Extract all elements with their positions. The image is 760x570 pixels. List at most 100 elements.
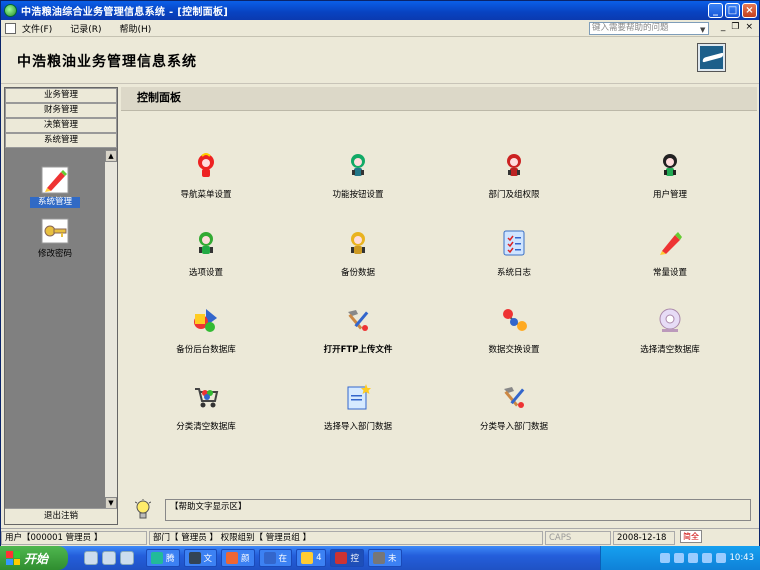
app-icon (4, 4, 17, 17)
taskbar-task[interactable]: 腾 (146, 549, 180, 567)
close-button[interactable]: × (742, 3, 757, 18)
panel-item-constants[interactable]: 常量设置 (595, 229, 745, 278)
help-text: 【帮助文字显示区】 (165, 499, 751, 521)
panel-item-backup-db[interactable]: 备份后台数据库 (131, 306, 281, 355)
scroll-up-arrow-icon[interactable]: ▲ (105, 150, 117, 162)
quicklaunch-icon[interactable] (102, 551, 116, 565)
molecule-icon (500, 306, 528, 334)
task-label: 腾 (166, 554, 175, 564)
taskbar-task[interactable]: 控 (330, 549, 364, 567)
sidebar-tab-business[interactable]: 业务管理 (5, 88, 117, 103)
sidebar-item-password[interactable]: 修改密码 (5, 218, 105, 260)
task-app-icon (188, 552, 201, 564)
taskbar-task[interactable]: 4 (296, 549, 327, 567)
panel-item-nav-menu[interactable]: 导航菜单设置 (131, 151, 281, 200)
menu-help[interactable]: 帮助(H) (119, 22, 151, 35)
panel-item-label: 选择导入部门数据 (323, 422, 392, 432)
maximize-button[interactable]: □ (725, 3, 740, 18)
clock[interactable]: 10:43 (730, 553, 755, 563)
panel-item-class-import[interactable]: 分类导入部门数据 (439, 383, 589, 432)
panel-title: 控制面板 (121, 87, 757, 111)
tray-icon[interactable] (673, 553, 684, 563)
task-label: 控 (350, 554, 359, 564)
task-label: 文 (203, 554, 213, 564)
minimize-button[interactable]: _ (708, 3, 723, 18)
panel-item-label: 分类清空数据库 (176, 422, 236, 432)
sidebar-scrollbar[interactable] (105, 150, 117, 510)
task-app-icon (373, 552, 385, 564)
window-title: 中浩粮油综合业务管理信息系统 - [控制面板] (21, 7, 229, 18)
shapes-icon (192, 306, 220, 334)
quick-launch (84, 551, 134, 565)
key-icon (41, 218, 69, 246)
sidebar-tab-decision[interactable]: 决策管理 (5, 118, 117, 133)
panel-item-label: 常量设置 (652, 268, 687, 278)
quicklaunch-icon[interactable] (120, 551, 134, 565)
volume-icon[interactable] (715, 553, 726, 563)
document-icon[interactable] (5, 22, 16, 34)
panel-item-label: 部门及组权限 (488, 190, 540, 200)
panel-item-label: 系统日志 (496, 268, 531, 278)
pen-icon (41, 166, 69, 194)
mdi-minimize-button[interactable]: _ (721, 22, 726, 32)
panel-item-select-import[interactable]: 选择导入部门数据 (283, 383, 433, 432)
taskbar: 开始 腾 文 颜 在 4 控 未 10:43 (0, 546, 760, 570)
taskbar-task[interactable]: 颜 (221, 549, 255, 567)
taskbar-task[interactable]: 在 (258, 549, 293, 567)
panel-item-label: 打开FTP上传文件 (323, 345, 393, 355)
mdi-controls: _ ❐ × (721, 22, 753, 32)
panel-item-syslog[interactable]: 系统日志 (439, 229, 589, 278)
taskbar-task[interactable]: 未 (368, 549, 402, 567)
taskbar-task[interactable]: 文 (183, 549, 218, 567)
ime-status[interactable]: 简全 (680, 530, 702, 543)
quicklaunch-icon[interactable] (84, 551, 98, 565)
panel-item-user-mgmt[interactable]: 用户管理 (595, 151, 745, 200)
control-panel: 控制面板 导航菜单设置 功能按钮设置 部门及组权限 用户管理 选项设置 备份数据… (121, 87, 757, 525)
mdi-restore-button[interactable]: ❐ (731, 22, 739, 32)
sidebar-tab-system[interactable]: 系统管理 (5, 133, 117, 148)
windows-flag-icon (6, 551, 20, 565)
document-star-icon (344, 383, 372, 411)
mascot-teal-icon (344, 151, 372, 179)
panel-item-label: 功能按钮设置 (332, 190, 384, 200)
panel-item-backup[interactable]: 备份数据 (283, 229, 433, 278)
help-search-input[interactable]: 键入需要帮助的问题 (589, 22, 709, 35)
task-label: 未 (388, 554, 397, 564)
mascot-green-icon (656, 151, 684, 179)
tray-icon[interactable] (687, 553, 698, 563)
tray-icon[interactable] (701, 553, 712, 563)
mascot-red2-icon (500, 151, 528, 179)
panel-item-label: 数据交换设置 (488, 345, 540, 355)
panel-item-label: 选项设置 (188, 268, 223, 278)
task-app-icon (263, 552, 276, 564)
panel-item-options[interactable]: 选项设置 (131, 229, 281, 278)
start-button[interactable]: 开始 (0, 546, 68, 570)
logout-button[interactable]: 退出注销 (5, 508, 117, 524)
tray-icon[interactable] (659, 553, 670, 563)
panel-item-func-buttons[interactable]: 功能按钮设置 (283, 151, 433, 200)
mascot-green2-icon (192, 229, 220, 257)
sidebar-item-system[interactable]: 系统管理 (5, 166, 105, 208)
panel-item-label: 选择清空数据库 (640, 345, 700, 355)
panel-item-class-clear-db[interactable]: 分类清空数据库 (131, 383, 281, 432)
menu-file[interactable]: 文件(F) (22, 22, 52, 35)
panel-item-data-exchange[interactable]: 数据交换设置 (439, 306, 589, 355)
status-dept: 部门【 管理员 】 权限组别【 管理员组 】 (149, 530, 543, 545)
sidebar-tab-finance[interactable]: 财务管理 (5, 103, 117, 118)
panel-item-dept-perm[interactable]: 部门及组权限 (439, 151, 589, 200)
window-controls: _ □ × (708, 3, 757, 18)
task-app-icon (151, 552, 163, 564)
panel-item-label: 备份数据 (340, 268, 375, 278)
panel-item-ftp-upload[interactable]: 打开FTP上传文件 (283, 306, 433, 355)
tools-icon (344, 306, 372, 334)
menu-record[interactable]: 记录(R) (70, 22, 101, 35)
pen-icon (656, 229, 684, 257)
logo-icon (698, 44, 725, 71)
panel-item-select-clear-db[interactable]: 选择清空数据库 (595, 306, 745, 355)
mdi-close-button[interactable]: × (745, 22, 753, 32)
start-label: 开始 (24, 551, 49, 566)
chevron-down-icon[interactable]: ▼ (700, 26, 705, 34)
status-bar: 用户【000001 管理员 】 部门【 管理员 】 权限组别【 管理员组 】 C… (1, 528, 759, 546)
title-bar[interactable]: 中浩粮油综合业务管理信息系统 - [控制面板] _ □ × (1, 1, 759, 20)
app-window: 中浩粮油综合业务管理信息系统 - [控制面板] _ □ × 文件(F) 记录(R… (0, 0, 760, 546)
